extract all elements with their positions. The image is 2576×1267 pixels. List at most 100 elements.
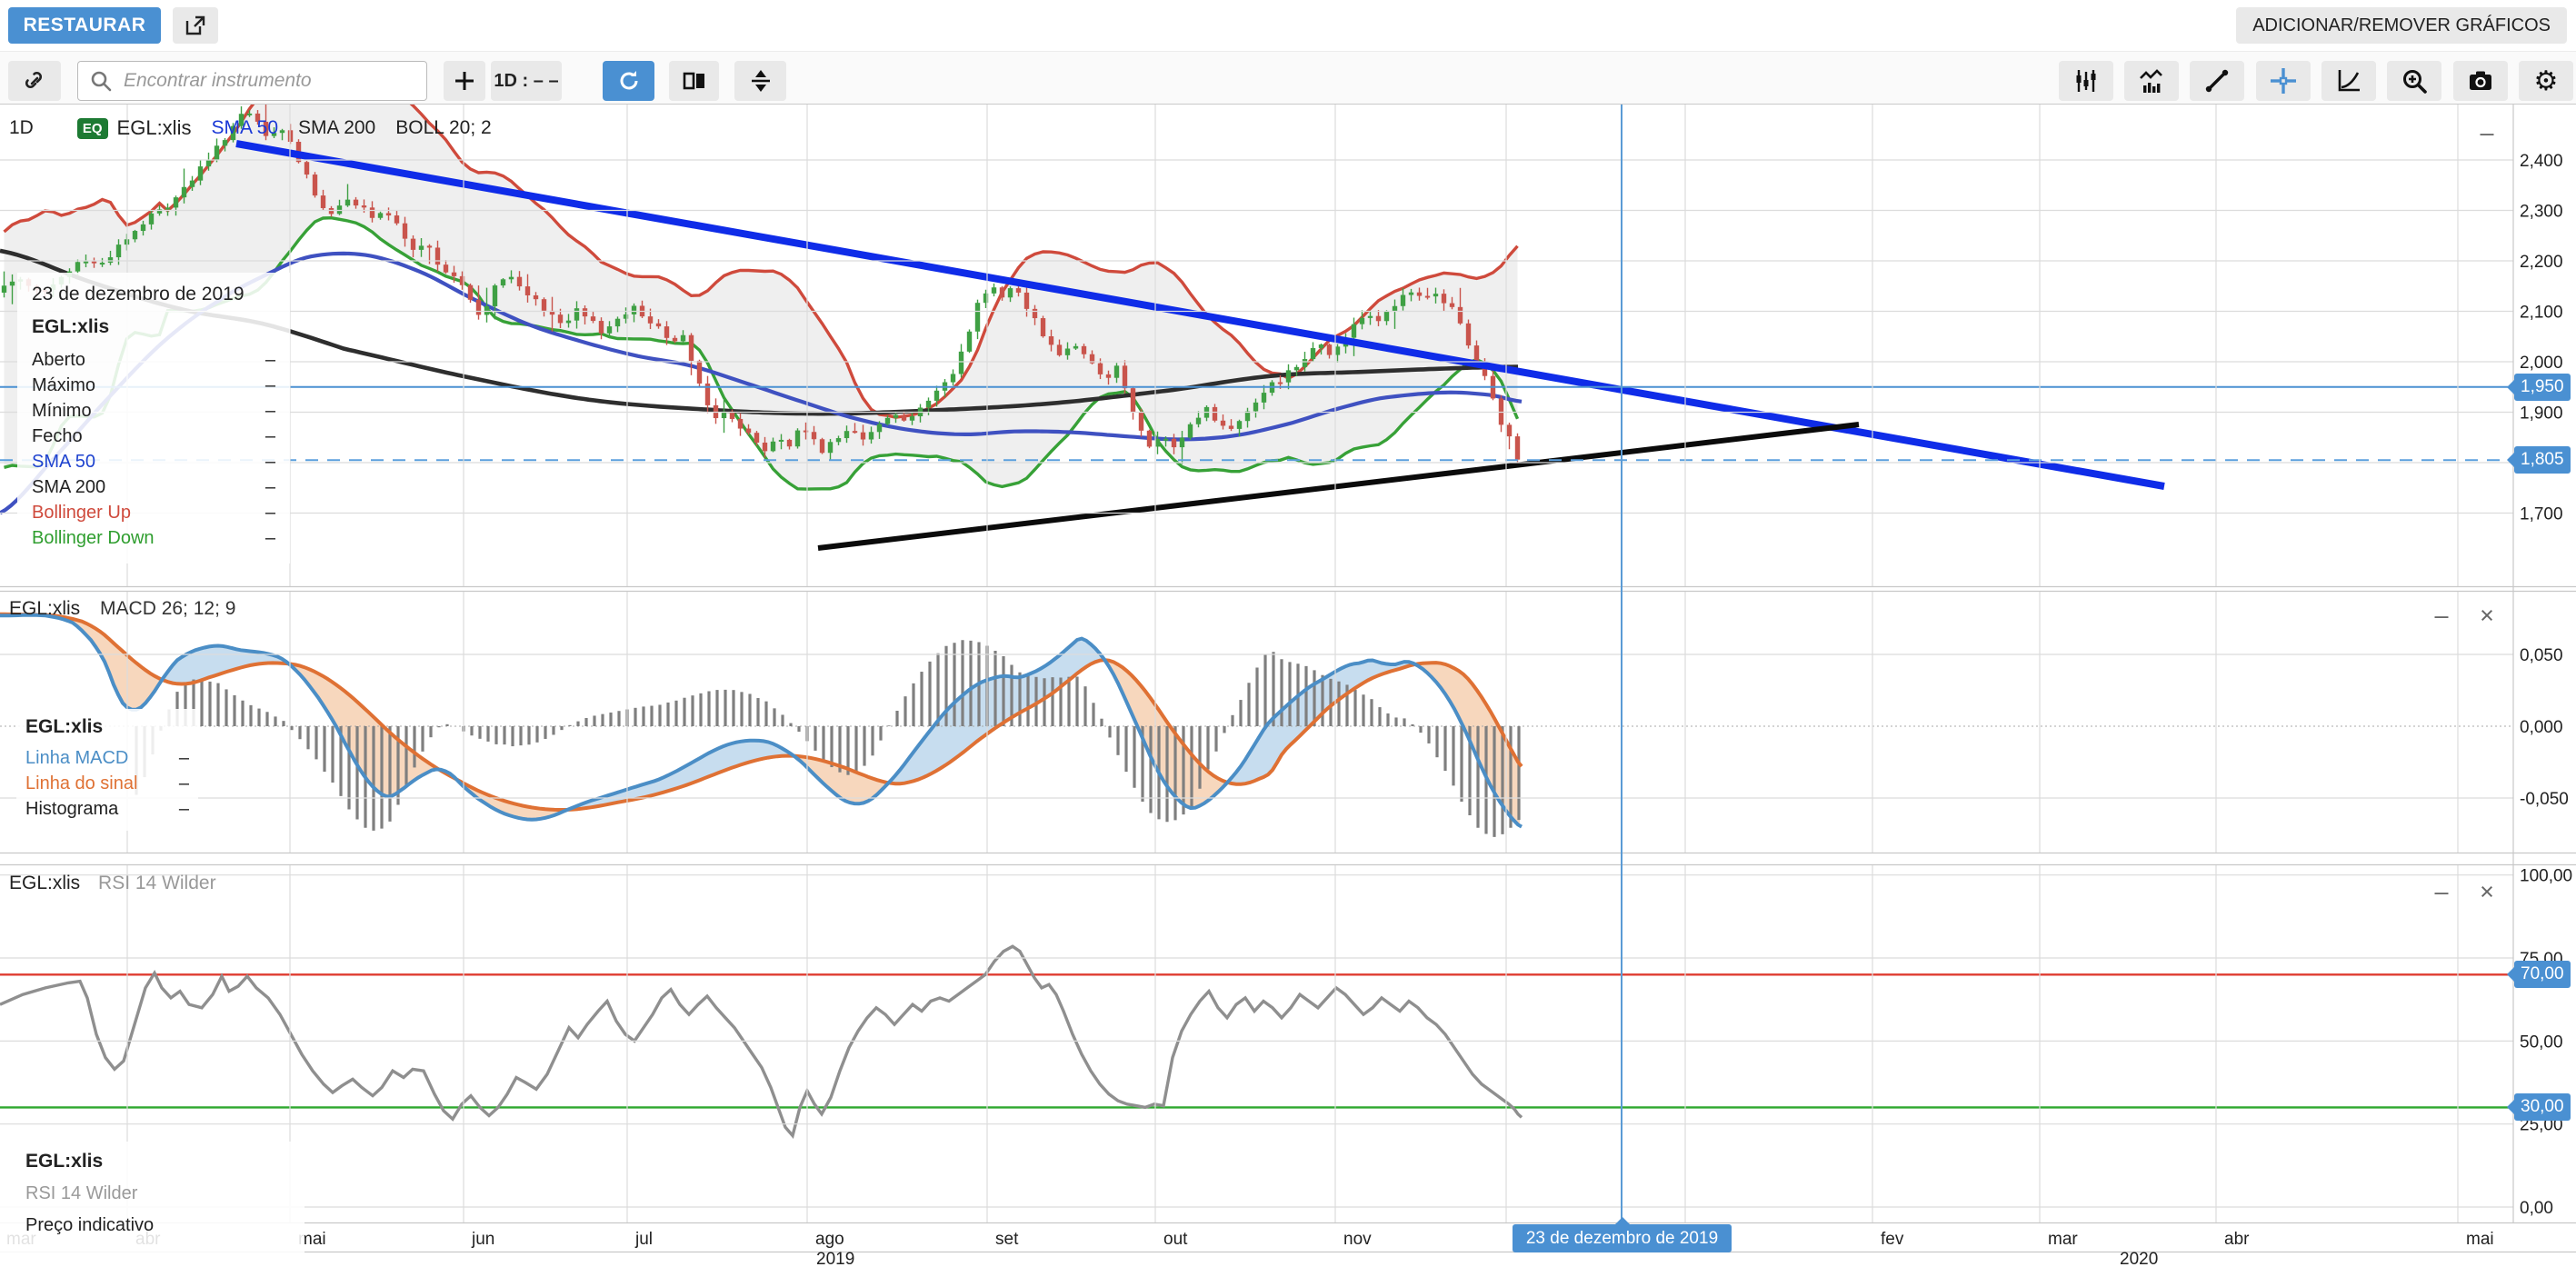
rsi-pane-minimize-button[interactable]: – — [2423, 878, 2460, 905]
gridlines — [0, 105, 2513, 1222]
tooltip-row-label: Linha MACD — [25, 745, 128, 771]
tooltip-row-value: – — [179, 745, 189, 771]
chart-canvas[interactable]: 2,4002,3002,2002,1002,0001,9001,7000,050… — [0, 0, 2576, 1267]
symbol-label[interactable]: EGL:xlis — [117, 116, 192, 140]
crosshair-icon — [2269, 66, 2298, 95]
rsi-footer-note: Preço indicativo — [25, 1215, 305, 1236]
rsi-indicator-label[interactable]: RSI 14 Wilder — [98, 873, 216, 893]
zoom-in-icon — [2401, 67, 2428, 95]
settings-button[interactable]: ⚙ — [2519, 61, 2573, 101]
svg-text:0,000: 0,000 — [2520, 718, 2563, 737]
macd-pane-minimize-button[interactable]: – — [2423, 602, 2460, 629]
search-input[interactable] — [122, 69, 426, 93]
tooltip-row-label: Máximo — [32, 373, 95, 398]
legend-sma200[interactable]: SMA 200 — [298, 117, 375, 139]
search-icon — [89, 69, 113, 93]
link-button[interactable] — [8, 61, 61, 101]
tooltip-row-value: – — [265, 474, 275, 500]
chart-application: 2,4002,3002,2002,1002,0001,9001,7000,050… — [0, 0, 2576, 1267]
rsi-pane-close-button[interactable]: × — [2469, 878, 2505, 905]
tooltip-row-label: Aberto — [32, 347, 85, 373]
timeframe-label: 1D — [9, 117, 34, 139]
tooltip-row-label: Mínimo — [32, 398, 92, 424]
rsi-footer-indicator: RSI 14 Wilder — [25, 1183, 305, 1204]
interval-button[interactable]: 1D : – – — [491, 61, 562, 101]
svg-text:2,300: 2,300 — [2520, 203, 2563, 222]
layout-panels-icon — [682, 68, 707, 94]
tooltip-symbol: EGL:xlis — [25, 1151, 305, 1172]
tooltip-row-value: – — [179, 771, 189, 796]
svg-text:jun: jun — [471, 1230, 494, 1249]
layout-button[interactable] — [669, 61, 719, 101]
tooltip-row-value: – — [265, 500, 275, 525]
crosshair-button[interactable] — [2256, 61, 2311, 101]
draw-trendline-button[interactable] — [2190, 61, 2244, 101]
legend-bollinger[interactable]: BOLL 20; 2 — [395, 117, 491, 139]
macd-pane-close-button[interactable]: × — [2469, 602, 2505, 629]
gear-icon: ⚙ — [2534, 65, 2559, 97]
svg-text:mai: mai — [2466, 1230, 2494, 1249]
main-price-pane — [0, 86, 2513, 548]
snapshot-button[interactable] — [2453, 61, 2508, 101]
macd-indicator-label[interactable]: MACD 26; 12; 9 — [100, 598, 235, 619]
trendline-icon — [2203, 67, 2231, 95]
svg-text:100,00: 100,00 — [2520, 867, 2572, 886]
svg-text:ago: ago — [815, 1230, 844, 1249]
split-icon — [748, 68, 774, 94]
link-icon — [22, 68, 47, 94]
restore-button[interactable]: RESTAURAR — [8, 7, 161, 44]
tooltip-symbol: EGL:xlis — [25, 716, 189, 738]
rsi-symbol-label[interactable]: EGL:xlis — [9, 873, 80, 893]
camera-icon — [2467, 67, 2494, 95]
macd-pane — [0, 614, 2513, 837]
search-field[interactable] — [77, 61, 427, 101]
macd-symbol-label[interactable]: EGL:xlis — [9, 598, 80, 619]
svg-text:out: out — [1163, 1230, 1188, 1249]
zoom-button[interactable] — [2387, 61, 2441, 101]
crosshair-date-badge: 23 de dezembro de 2019 — [1513, 1224, 1732, 1252]
indicators-button[interactable] — [2124, 61, 2179, 101]
svg-text:mar: mar — [2048, 1230, 2078, 1249]
tooltip-row-value: – — [265, 373, 275, 398]
instrument-type-badge: EQ — [77, 118, 108, 139]
refresh-button[interactable] — [603, 61, 654, 101]
svg-text:2,400: 2,400 — [2520, 152, 2563, 171]
tooltip-row-value: – — [265, 347, 275, 373]
main-tooltip: 23 de dezembro de 2019 EGL:xlis Aberto– … — [17, 273, 290, 564]
legend-sma50[interactable]: SMA 50 — [211, 117, 278, 139]
indicator-icon — [2138, 67, 2165, 95]
tooltip-row-value: – — [265, 424, 275, 449]
rsi-footer-tooltip: EGL:xlis RSI 14 Wilder Preço indicativo — [0, 1142, 305, 1267]
add-remove-charts-button[interactable]: ADICIONAR/REMOVER GRÁFICOS — [2236, 7, 2567, 44]
tooltip-row-value: – — [179, 796, 189, 822]
external-link-button[interactable] — [173, 7, 218, 44]
add-instrument-button[interactable] — [444, 61, 485, 101]
svg-text:2,100: 2,100 — [2520, 304, 2563, 323]
svg-text:jul: jul — [634, 1230, 653, 1249]
external-link-icon — [184, 14, 207, 37]
svg-text:2020: 2020 — [2120, 1250, 2158, 1267]
tooltip-row-value: – — [265, 525, 275, 551]
series-style-button[interactable] — [2059, 61, 2113, 101]
tooltip-row-label: Linha do sinal — [25, 771, 137, 796]
scale-type-button[interactable] — [2321, 61, 2376, 101]
rsi-pane-header: EGL:xlis RSI 14 Wilder — [9, 873, 216, 894]
svg-text:2,200: 2,200 — [2520, 253, 2563, 272]
tooltip-symbol: EGL:xlis — [32, 316, 275, 338]
main-pane-minimize-button[interactable]: – — [2469, 119, 2505, 146]
macd-tooltip: EGL:xlis Linha MACD– Linha do sinal– His… — [16, 709, 198, 831]
split-panes-button[interactable] — [734, 61, 786, 101]
svg-text:-0,050: -0,050 — [2520, 790, 2569, 809]
tooltip-row-value: – — [265, 398, 275, 424]
svg-text:50,00: 50,00 — [2520, 1033, 2563, 1052]
plus-icon — [453, 69, 476, 93]
tooltip-row-label: SMA 50 — [32, 449, 95, 474]
tooltip-row-label: SMA 200 — [32, 474, 105, 500]
svg-text:set: set — [995, 1230, 1019, 1249]
tooltip-row-label: Bollinger Down — [32, 525, 155, 551]
svg-text:fev: fev — [1881, 1230, 1904, 1249]
svg-text:0,00: 0,00 — [2520, 1199, 2553, 1218]
price-level-badge-1,950: 1,950 — [2514, 374, 2571, 401]
svg-text:2,000: 2,000 — [2520, 354, 2563, 373]
macd-pane-header: EGL:xlis MACD 26; 12; 9 — [9, 598, 235, 620]
